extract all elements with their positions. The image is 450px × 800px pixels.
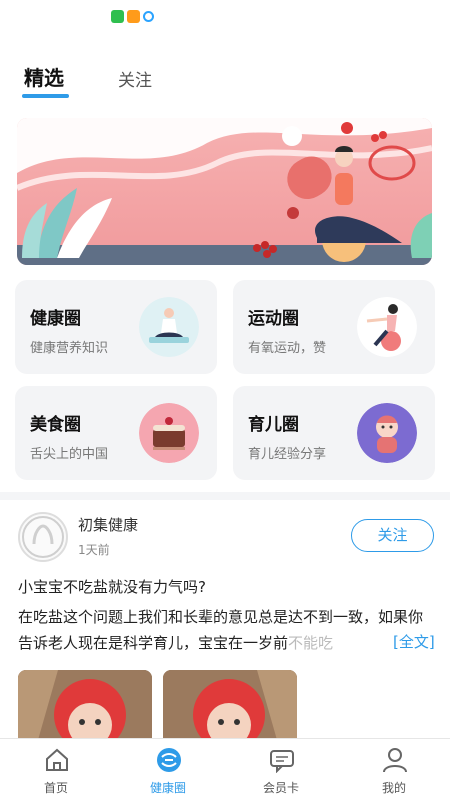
promo-banner[interactable] xyxy=(17,118,432,265)
category-card-parenting[interactable]: 育儿圈 育儿经验分享 xyxy=(233,386,435,480)
tab-featured[interactable]: 精选 xyxy=(24,62,64,91)
health-circle-icon xyxy=(157,748,181,772)
category-subtitle: 健康营养知识 xyxy=(30,341,109,356)
category-card-sports[interactable]: 运动圈 有氧运动，赞 xyxy=(233,280,435,374)
orange-play-icon xyxy=(127,10,140,23)
category-grid: 健康圈 健康营养知识 运动圈 有氧运动，赞 美食圈 舌尖上的中国 育儿圈 育儿经… xyxy=(15,280,435,480)
chat-icon xyxy=(270,750,294,773)
nav-label: 会员卡 xyxy=(262,781,299,795)
top-tabs: 精选 关注 xyxy=(0,56,450,100)
post-body-fade: 不能吃 xyxy=(288,634,334,652)
user-icon xyxy=(383,748,407,773)
feed-post[interactable]: 初集健康 1天前 关注 小宝宝不吃盐就没有力气吗? 在吃盐这个问题上我们和长辈的… xyxy=(0,500,450,740)
cake-icon xyxy=(139,403,199,463)
active-tab-indicator xyxy=(22,94,69,98)
green-app-icon xyxy=(111,10,124,23)
category-subtitle: 有氧运动，赞 xyxy=(248,341,327,356)
post-image[interactable] xyxy=(163,670,297,740)
nav-label: 健康圈 xyxy=(149,781,186,795)
post-title[interactable]: 小宝宝不吃盐就没有力气吗? xyxy=(18,576,206,597)
nav-health-circle[interactable]: 健康圈 xyxy=(112,739,224,800)
follow-button[interactable]: 关注 xyxy=(351,519,434,552)
category-title: 健康圈 xyxy=(30,309,81,329)
status-bar xyxy=(0,0,450,36)
home-icon xyxy=(46,748,68,771)
author-avatar[interactable] xyxy=(18,512,68,562)
post-image[interactable] xyxy=(18,670,152,740)
bottom-nav: 首页 健康圈 会员卡 我的 xyxy=(0,738,450,800)
nav-member-card[interactable]: 会员卡 xyxy=(225,739,337,800)
nav-label: 首页 xyxy=(43,781,68,795)
nav-home[interactable]: 首页 xyxy=(0,739,112,800)
category-title: 运动圈 xyxy=(248,309,299,329)
author-name[interactable]: 初集健康 xyxy=(78,514,138,535)
category-title: 美食圈 xyxy=(30,415,81,435)
nav-profile[interactable]: 我的 xyxy=(338,739,450,800)
status-icons xyxy=(111,10,154,23)
category-subtitle: 舌尖上的中国 xyxy=(30,447,109,462)
blue-circle-icon xyxy=(143,11,154,22)
category-title: 育儿圈 xyxy=(248,415,299,435)
post-body[interactable]: 在吃盐这个问题上我们和长辈的意见总是达不到一致，如果你告诉老人现在是科学育儿，宝… xyxy=(18,604,434,656)
category-card-food[interactable]: 美食圈 舌尖上的中国 xyxy=(15,386,217,480)
banner-illustration xyxy=(17,118,432,265)
meditation-icon xyxy=(139,297,199,357)
category-subtitle: 育儿经验分享 xyxy=(248,447,327,462)
read-more-link[interactable]: [全文] xyxy=(391,631,435,652)
section-divider xyxy=(0,492,450,500)
tab-following[interactable]: 关注 xyxy=(118,66,152,91)
post-time: 1天前 xyxy=(78,543,110,557)
nav-label: 我的 xyxy=(381,781,406,795)
baby-icon xyxy=(357,403,417,463)
fitness-icon xyxy=(357,297,417,357)
post-body-text: 在吃盐这个问题上我们和长辈的意见总是达不到一致，如果你告诉老人现在是科学育儿，宝… xyxy=(18,608,424,652)
category-card-health[interactable]: 健康圈 健康营养知识 xyxy=(15,280,217,374)
